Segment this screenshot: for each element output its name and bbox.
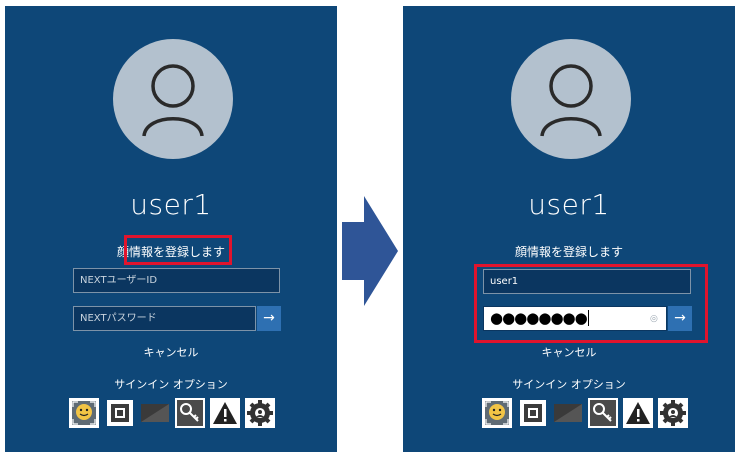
- login-panel-before: user1 顔情報を登録します NEXTユーザーID NEXTパスワード → キ…: [5, 6, 337, 452]
- password-field[interactable]: NEXTパスワード: [73, 306, 256, 331]
- face-icon: [72, 401, 96, 425]
- pin-icon: [107, 400, 133, 426]
- username: user1: [130, 188, 212, 221]
- signin-options-label: サインイン オプション: [512, 378, 626, 391]
- username: user1: [528, 188, 610, 221]
- user-icon: [540, 64, 602, 137]
- signin-options-label: サインイン オプション: [114, 378, 228, 391]
- signin-options: [69, 398, 281, 428]
- warning-signin-option[interactable]: [210, 398, 240, 428]
- user-icon: [142, 64, 204, 137]
- register-face-link[interactable]: 顔情報を登録します: [403, 243, 735, 260]
- face-icon: [485, 401, 509, 425]
- settings-icon: [660, 400, 686, 426]
- settings-signin-option[interactable]: [245, 398, 275, 428]
- highlight-box: [124, 235, 232, 265]
- login-panel-after: user1 顔情報を登録します user1 ●●●●●●●● ◎ → キャンセル…: [403, 6, 735, 452]
- key-icon: [177, 400, 203, 426]
- smart-card-signin-option[interactable]: [553, 398, 583, 428]
- avatar: [511, 39, 631, 159]
- warning-icon: [625, 400, 651, 426]
- key-signin-option[interactable]: [588, 398, 618, 428]
- pin-signin-option[interactable]: [105, 398, 135, 428]
- avatar: [113, 39, 233, 159]
- settings-signin-option[interactable]: [658, 398, 688, 428]
- key-icon: [590, 400, 616, 426]
- face-signin-option[interactable]: [69, 398, 99, 428]
- user-id-field[interactable]: NEXTユーザーID: [73, 268, 280, 293]
- highlight-box: [474, 264, 708, 343]
- pin-signin-option[interactable]: [518, 398, 548, 428]
- face-signin-option[interactable]: [482, 398, 512, 428]
- smart-card-signin-option[interactable]: [140, 398, 170, 428]
- smart-card-icon: [141, 404, 169, 422]
- warning-signin-option[interactable]: [623, 398, 653, 428]
- key-signin-option[interactable]: [175, 398, 205, 428]
- smart-card-icon: [554, 404, 582, 422]
- cancel-link[interactable]: キャンセル: [403, 344, 735, 360]
- signin-options: [482, 398, 694, 428]
- settings-icon: [247, 400, 273, 426]
- warning-icon: [212, 400, 238, 426]
- submit-button[interactable]: →: [257, 306, 281, 331]
- pin-icon: [520, 400, 546, 426]
- cancel-link[interactable]: キャンセル: [5, 344, 337, 360]
- right-arrow-icon: [342, 196, 398, 306]
